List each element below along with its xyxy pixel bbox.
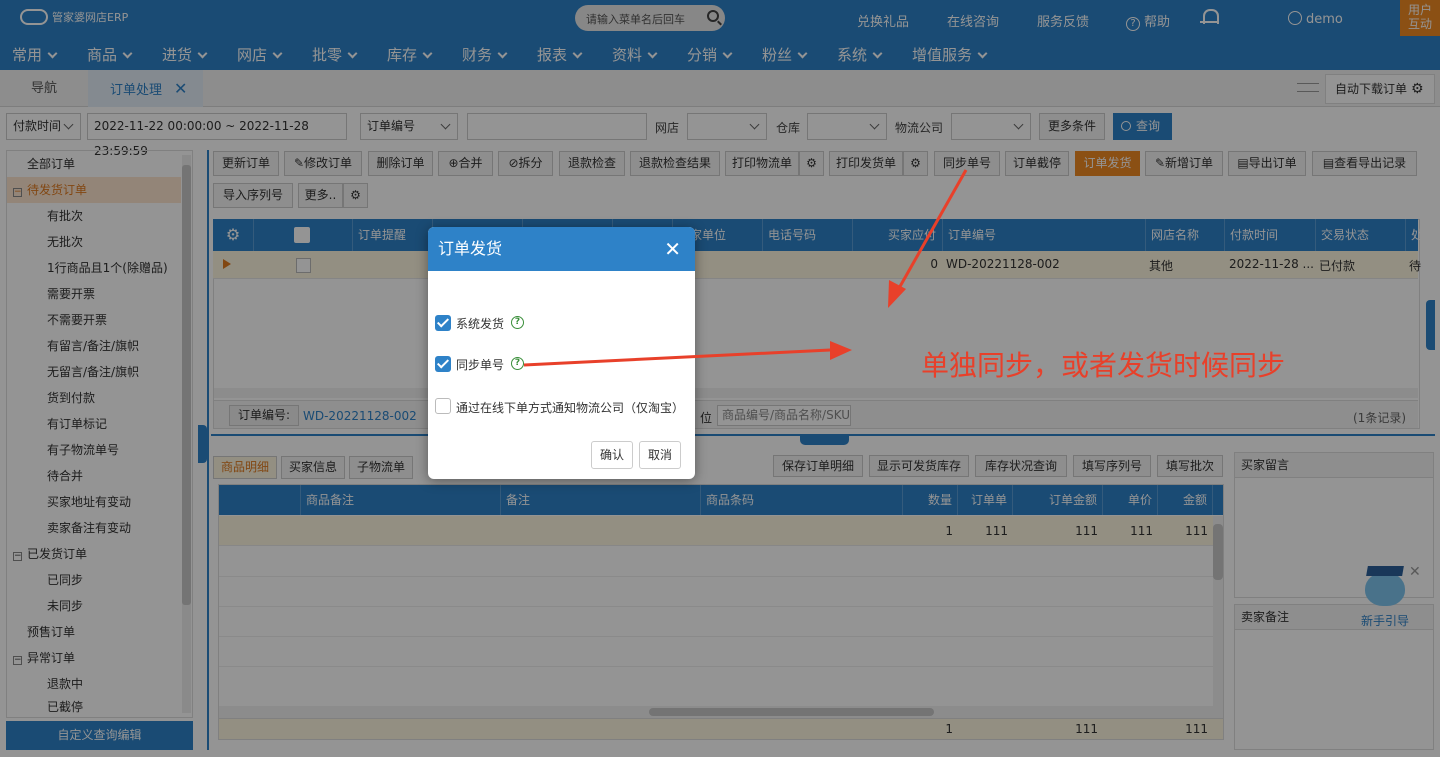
annotation-text: 单独同步，或者发货时候同步	[921, 349, 1286, 382]
arrow-from-sync-option	[523, 348, 831, 367]
arrowhead	[888, 280, 906, 308]
arrow-to-sync-button	[896, 169, 968, 291]
arrowhead	[830, 341, 852, 360]
